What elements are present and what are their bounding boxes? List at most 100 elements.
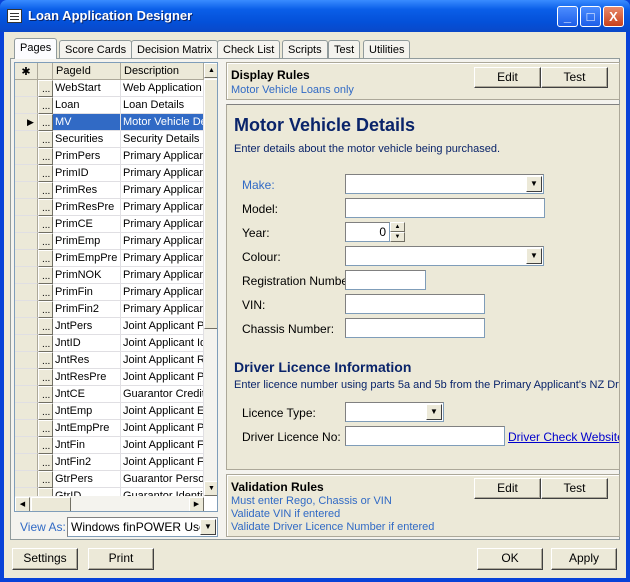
column-header-description[interactable]: Description [121,63,204,80]
cell-description[interactable]: Primary Applicant [121,250,204,267]
year-input[interactable]: 0 [345,222,390,242]
cell-pageid[interactable]: PrimNOK [53,267,121,284]
cell-description[interactable]: Primary Applicant [121,267,204,284]
table-row[interactable]: ... JntEmpPre Joint Applicant P [15,420,204,437]
cell-description[interactable]: Primary Applicant [121,284,204,301]
row-selector[interactable] [15,369,38,386]
row-edit-button[interactable]: ... [38,97,53,114]
table-row[interactable]: ... PrimFin Primary Applicant [15,284,204,301]
model-input[interactable] [345,198,545,218]
row-edit-button[interactable]: ... [38,182,53,199]
licence-type-select[interactable]: ▼ [345,402,444,422]
row-selector[interactable]: ▶ [15,114,38,131]
row-selector[interactable] [15,216,38,233]
licence-no-input[interactable] [345,426,505,446]
maximize-button[interactable]: □ [580,6,601,27]
cell-description[interactable]: Joint Applicant Fi [121,454,204,471]
tab-score-cards[interactable]: Score Cards [59,40,133,59]
row-edit-button[interactable]: ... [38,148,53,165]
make-select[interactable]: ▼ [345,174,544,194]
row-edit-button[interactable]: ... [38,454,53,471]
row-edit-button[interactable]: ... [38,284,53,301]
row-selector[interactable] [15,454,38,471]
row-edit-button[interactable]: ... [38,114,53,131]
cell-description[interactable]: Joint Applicant E [121,403,204,420]
scroll-up-button[interactable]: ▲ [204,63,217,78]
cell-pageid[interactable]: JntID [53,335,121,352]
table-row[interactable]: ... JntPers Joint Applicant P [15,318,204,335]
row-selector[interactable] [15,97,38,114]
table-row[interactable]: ... JntEmp Joint Applicant E [15,403,204,420]
table-row[interactable]: ... Securities Security Details [15,131,204,148]
year-spinner[interactable]: ▲ ▼ [390,222,405,242]
row-selector[interactable] [15,80,38,97]
cell-pageid[interactable]: PrimID [53,165,121,182]
row-selector[interactable] [15,335,38,352]
cell-description[interactable]: Motor Vehicle Details [121,114,204,131]
row-selector[interactable] [15,301,38,318]
scroll-thumb[interactable] [204,79,217,329]
cell-description[interactable]: Primary Applicant [121,199,204,216]
driver-check-link[interactable]: Driver Check Website [508,430,619,444]
table-row[interactable]: ... PrimEmp Primary Applicant [15,233,204,250]
cell-pageid[interactable]: Securities [53,131,121,148]
row-selector[interactable] [15,352,38,369]
table-row[interactable]: ... JntCE Guarantor Credit [15,386,204,403]
pages-grid[interactable]: ✱ PageId Description ... WebStart Web Ap… [14,62,218,512]
tab-test[interactable]: Test [328,40,361,59]
row-selector[interactable] [15,131,38,148]
cell-pageid[interactable]: WebStart [53,80,121,97]
row-edit-button[interactable]: ... [38,386,53,403]
chevron-down-icon[interactable]: ▼ [526,176,542,192]
apply-button[interactable]: Apply [551,548,617,570]
title-bar[interactable]: Loan Application Designer _ □ X [0,0,630,32]
validation-test-button[interactable]: Test [541,478,608,499]
table-row[interactable]: ... JntFin Joint Applicant Fi [15,437,204,454]
cell-description[interactable]: Web Application [121,80,204,97]
table-row[interactable]: ▶ ... MV Motor Vehicle Details [15,114,204,131]
cell-description[interactable]: Joint Applicant Fi [121,437,204,454]
cell-description[interactable]: Primary Applicant [121,233,204,250]
cell-description[interactable]: Primary Applicant [121,301,204,318]
cell-pageid[interactable]: PrimEmpPre [53,250,121,267]
row-edit-button[interactable]: ... [38,403,53,420]
cell-pageid[interactable]: PrimFin2 [53,301,121,318]
horizontal-scrollbar[interactable]: ◀ ▶ [15,496,204,511]
cell-pageid[interactable]: PrimCE [53,216,121,233]
spin-down-icon[interactable]: ▼ [390,232,405,242]
row-edit-button[interactable]: ... [38,369,53,386]
settings-button[interactable]: Settings [12,548,78,570]
row-selector[interactable] [15,386,38,403]
cell-description[interactable]: Guarantor Credit [121,386,204,403]
row-selector[interactable] [15,471,38,488]
cell-pageid[interactable]: PrimPers [53,148,121,165]
tab-check-list[interactable]: Check List [217,40,281,59]
row-selector[interactable] [15,420,38,437]
hscroll-thumb[interactable] [31,497,71,511]
row-edit-button[interactable]: ... [38,216,53,233]
cell-description[interactable]: Joint Applicant R [121,352,204,369]
cell-description[interactable]: Primary Applicant [121,148,204,165]
row-edit-button[interactable]: ... [38,199,53,216]
table-row[interactable]: ... PrimCE Primary Applicant [15,216,204,233]
row-edit-button[interactable]: ... [38,301,53,318]
row-selector[interactable] [15,199,38,216]
tab-pages[interactable]: Pages [14,38,58,59]
scroll-right-button[interactable]: ▶ [189,497,204,511]
cell-pageid[interactable]: PrimEmp [53,233,121,250]
table-row[interactable]: ... PrimID Primary Applicant [15,165,204,182]
row-edit-button[interactable]: ... [38,267,53,284]
colour-select[interactable]: ▼ [345,246,544,266]
close-button[interactable]: X [603,6,624,27]
table-row[interactable]: ... Loan Loan Details [15,97,204,114]
cell-description[interactable]: Joint Applicant P [121,369,204,386]
cell-pageid[interactable]: JntCE [53,386,121,403]
vertical-scrollbar[interactable]: ▲ ▼ [204,63,217,496]
row-edit-button[interactable]: ... [38,80,53,97]
table-row[interactable]: ... JntID Joint Applicant Id [15,335,204,352]
row-selector[interactable] [15,182,38,199]
cell-pageid[interactable]: PrimFin [53,284,121,301]
cell-description[interactable]: Joint Applicant P [121,318,204,335]
cell-pageid[interactable]: JntFin [53,437,121,454]
row-selector[interactable] [15,148,38,165]
